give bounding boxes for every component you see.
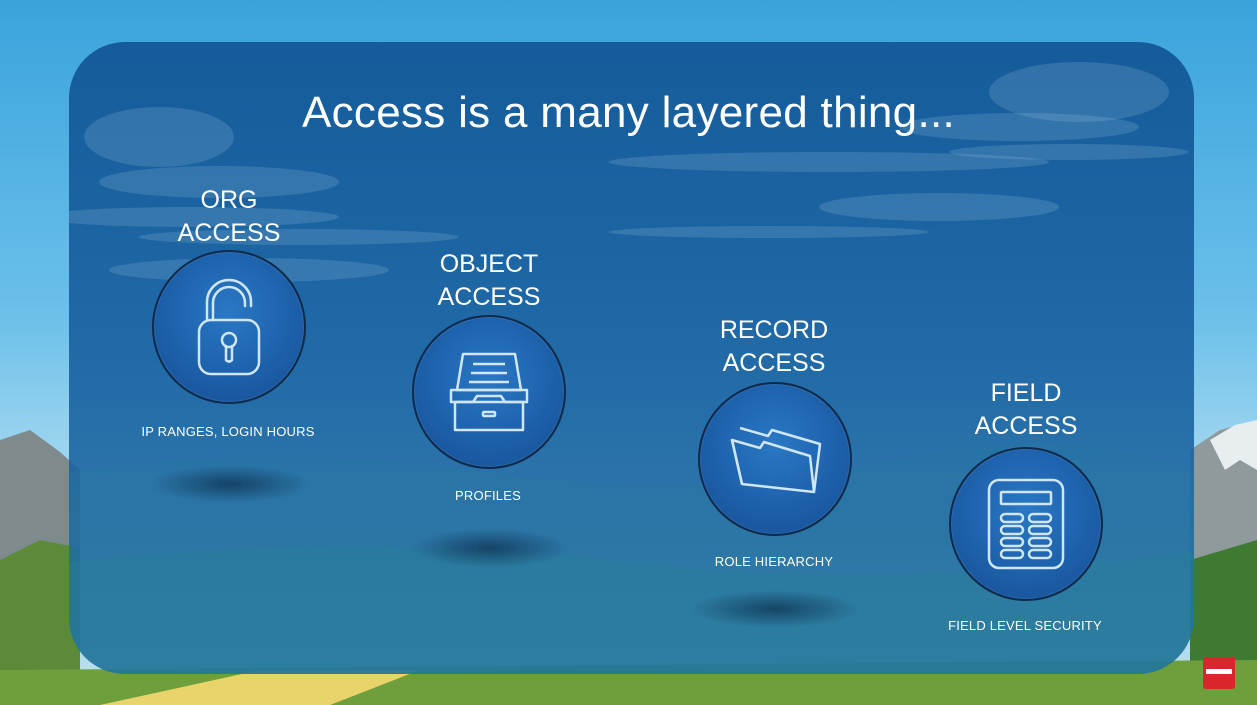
- heading-line: ACCESS: [722, 349, 826, 377]
- object-access-caption: PROFILES: [455, 488, 521, 503]
- heading-line: ACCESS: [974, 412, 1078, 440]
- field-access-heading: FIELD ACCESS: [926, 377, 1126, 443]
- heading-line: OBJECT: [439, 250, 539, 278]
- record-access-circle: [698, 382, 852, 536]
- object-access-circle: [412, 315, 566, 469]
- heading-line: FIELD: [990, 379, 1062, 407]
- object-access-heading: OBJECT ACCESS: [389, 248, 589, 314]
- unlocked-padlock-icon: [197, 278, 261, 376]
- org-access-heading: ORG ACCESS: [129, 184, 329, 250]
- org-access-shadow: [150, 465, 310, 503]
- open-folder-icon: [730, 426, 822, 494]
- org-access-circle: [152, 250, 306, 404]
- record-access-shadow: [690, 590, 860, 628]
- badge-text-bar: [1206, 669, 1232, 674]
- record-access-caption: ROLE HIERARCHY: [714, 554, 834, 569]
- slide-title: Access is a many layered thing...: [301, 88, 956, 137]
- file-drawer-icon: [449, 352, 529, 432]
- record-access-heading: RECORD ACCESS: [674, 314, 874, 380]
- org-access-caption: IP RANGES, LOGIN HOURS: [141, 424, 315, 439]
- heading-line: RECORD: [719, 316, 829, 344]
- heading-line: ORG: [200, 186, 258, 214]
- field-access-caption: FIELD LEVEL SECURITY: [948, 618, 1102, 633]
- heading-line: ACCESS: [437, 283, 541, 311]
- field-access-circle: [949, 447, 1103, 601]
- form-fields-icon: [987, 478, 1065, 570]
- heading-line: ACCESS: [177, 219, 281, 247]
- subscribe-badge[interactable]: [1203, 657, 1235, 689]
- object-access-shadow: [410, 528, 570, 568]
